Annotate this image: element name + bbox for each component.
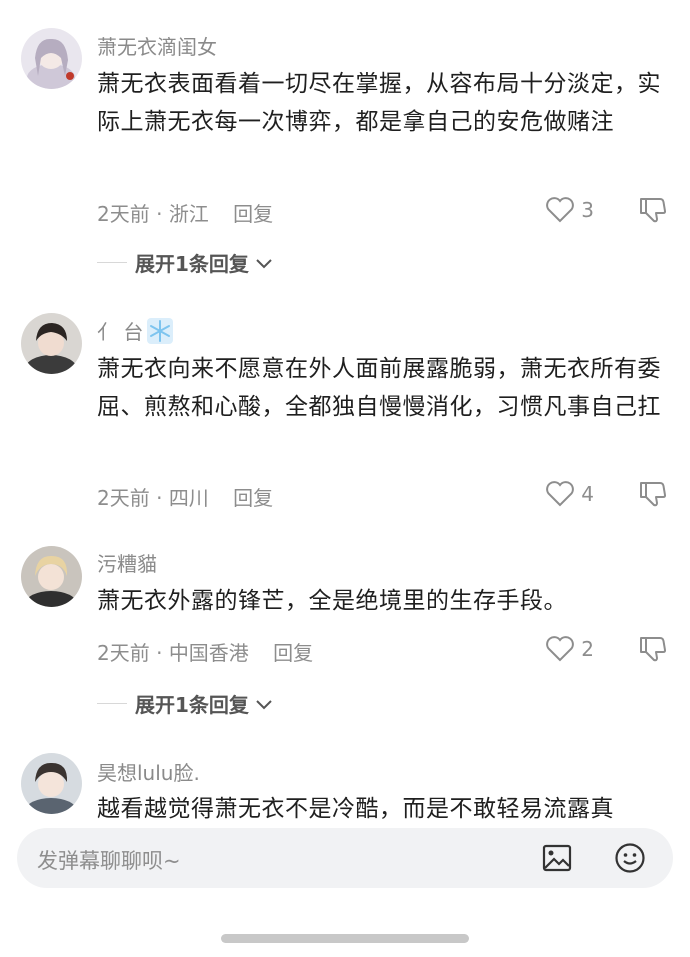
expand-replies-label: 展开1条回复 xyxy=(135,252,249,276)
avatar[interactable] xyxy=(21,546,82,607)
thumbs-down-icon xyxy=(640,637,667,662)
reply-button[interactable]: 回复 xyxy=(233,486,273,510)
like-count: 3 xyxy=(581,197,594,222)
like-button[interactable]: 4 xyxy=(545,480,594,507)
comment-text: 萧无衣表面看着一切尽在掌握，从容布局十分淡定，实际上萧无衣每一次博弈，都是拿自己… xyxy=(97,71,661,135)
timestamp: 2天前 xyxy=(97,486,150,510)
username[interactable]: 污糟貓 xyxy=(97,548,157,577)
avatar[interactable] xyxy=(21,753,82,814)
chevron-down-icon xyxy=(256,258,272,268)
like-count: 2 xyxy=(581,636,594,661)
avatar[interactable] xyxy=(21,313,82,374)
location: 浙江 xyxy=(168,202,209,226)
heart-outline-icon xyxy=(546,636,575,662)
divider xyxy=(97,262,127,263)
comment-text: 萧无衣向来不愿意在外人面前展露脆弱，萧无衣所有委屈、煎熬和心酸，全都独自慢慢消化… xyxy=(97,356,661,420)
expand-replies[interactable]: 展开1条回复 xyxy=(97,248,275,277)
comment-meta: 2天前 · 浙江 回复 xyxy=(97,198,273,227)
comment-text: 萧无衣外露的锋芒，全是绝境里的生存手段。 xyxy=(97,588,567,614)
separator-dot: · xyxy=(156,202,163,226)
reply-button[interactable]: 回复 xyxy=(233,202,273,226)
location: 四川 xyxy=(168,486,209,510)
separator-dot: · xyxy=(156,486,163,510)
image-icon[interactable] xyxy=(542,844,572,872)
location: 中国香港 xyxy=(168,641,249,665)
thumbs-down-icon xyxy=(640,482,667,507)
username[interactable]: ⺅ 台 xyxy=(97,316,174,345)
smiley-icon[interactable] xyxy=(614,842,646,874)
separator-dot: · xyxy=(156,641,163,665)
timestamp: 2天前 xyxy=(97,202,150,226)
heart-outline-icon xyxy=(546,481,575,507)
reply-button[interactable]: 回复 xyxy=(273,641,313,665)
thumbs-down-icon xyxy=(640,198,667,223)
username-text: ⺅ 台 xyxy=(97,320,144,344)
dislike-button[interactable] xyxy=(638,480,668,512)
divider xyxy=(97,703,127,704)
comment-meta: 2天前 · 中国香港 回复 xyxy=(97,637,313,666)
like-count: 4 xyxy=(581,481,594,506)
avatar[interactable] xyxy=(21,28,82,89)
dislike-button[interactable] xyxy=(638,635,668,667)
home-indicator[interactable] xyxy=(221,934,469,943)
timestamp: 2天前 xyxy=(97,641,150,665)
heart-outline-icon xyxy=(546,197,575,223)
username[interactable]: 萧无衣滴闺女 xyxy=(97,31,217,60)
like-button[interactable]: 2 xyxy=(545,635,594,662)
like-button[interactable]: 3 xyxy=(545,196,594,223)
username[interactable]: 昊想lulu脸. xyxy=(97,757,200,786)
chevron-down-icon xyxy=(256,699,272,709)
comment-text: 越看越觉得萧无衣不是冷酷，而是不敢轻易流露真 xyxy=(97,796,614,820)
snowflake-icon xyxy=(147,317,174,344)
danmaku-input[interactable]: 发弹幕聊聊呗~ xyxy=(17,828,673,888)
dislike-button[interactable] xyxy=(638,196,668,228)
expand-replies[interactable]: 展开1条回复 xyxy=(97,689,275,718)
comment-meta: 2天前 · 四川 回复 xyxy=(97,482,273,511)
expand-replies-label: 展开1条回复 xyxy=(135,693,249,717)
input-placeholder: 发弹幕聊聊呗~ xyxy=(37,849,181,873)
